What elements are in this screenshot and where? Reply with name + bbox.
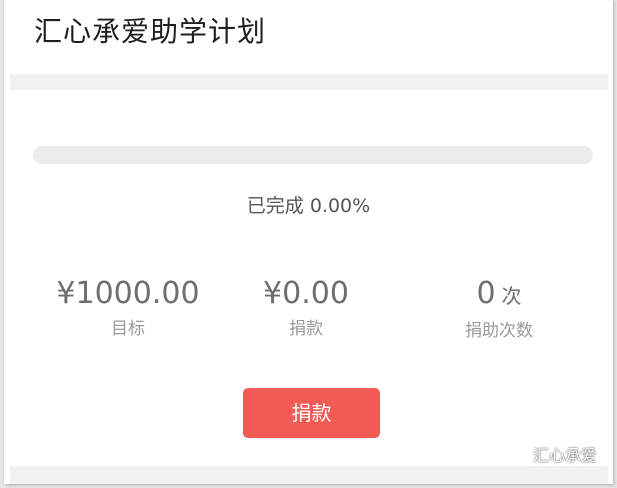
wechat-icon — [503, 444, 527, 464]
donated-amount: ¥0.00 — [263, 276, 349, 311]
footer-divider — [10, 466, 608, 484]
donated-label: 捐款 — [289, 319, 323, 339]
donate-button[interactable]: 捐款 — [243, 388, 380, 438]
stat-donation-count: 0次 捐助次数 — [434, 276, 564, 341]
stat-target: ¥1000.00 目标 — [48, 276, 208, 339]
watermark-text: 汇心承爱 — [532, 446, 597, 465]
page-title: 汇心承爱助学计划 — [34, 15, 267, 48]
donation-count-label: 捐助次数 — [465, 321, 533, 341]
app-frame: 汇心承爱助学计划 已完成 0.00% ¥1000.00 目标 ¥0.00 捐款 … — [4, 0, 613, 484]
donation-count-value: 0次 — [434, 276, 564, 314]
target-amount: ¥1000.00 — [56, 276, 200, 311]
progress-text: 已完成 0.00% — [246, 195, 371, 217]
section-divider — [10, 74, 608, 90]
progress-bar — [33, 146, 593, 164]
donation-count-number: 0 — [476, 276, 496, 311]
stat-donated: ¥0.00 捐款 — [236, 276, 376, 339]
watermark: 汇心承爱 — [503, 442, 597, 466]
donation-count-unit: 次 — [501, 284, 522, 308]
target-label: 目标 — [111, 319, 145, 339]
